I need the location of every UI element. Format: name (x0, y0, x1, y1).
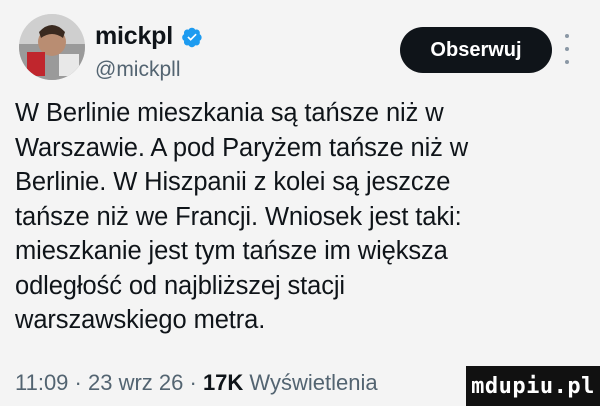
tweet-time[interactable]: 11:09 (15, 370, 68, 395)
tweet-line: warszawskiego metra. (15, 306, 266, 334)
avatar-image (19, 14, 85, 80)
tweet-meta: 11:09 · 23 wrz 26 · 17K Wyświetlenia (15, 370, 378, 396)
views-count: 17K (202, 370, 244, 395)
tweet-line: Berlinie. W Hiszpanii z kolei są jeszcze (15, 168, 451, 196)
author-display-name[interactable]: mickpl (95, 22, 173, 51)
watermark-logo: mdupiu.pl (466, 366, 600, 406)
follow-button[interactable]: Obserwuj (400, 27, 552, 73)
meta-separator: · (183, 370, 203, 395)
author-handle[interactable]: @mickpll (95, 58, 181, 82)
meta-separator: · (68, 370, 88, 395)
more-vertical-icon[interactable] (562, 34, 572, 64)
tweet-text: W Berlinie mieszkania są tańsze niż w Wa… (15, 96, 575, 338)
tweet-line: odległość od najbliższej stacji (15, 271, 345, 300)
tweet-line: tańsze niż we Francji. Wniosek jest taki… (15, 202, 462, 231)
tweet-line: Warszawie. A pod Paryżem tańsze niż w (15, 133, 469, 162)
views-label: Wyświetlenia (243, 370, 378, 395)
verified-badge-icon (182, 27, 202, 47)
avatar[interactable] (19, 14, 85, 80)
tweet-date[interactable]: 23 wrz 26 (88, 370, 183, 395)
tweet-line: W Berlinie mieszkania są tańsze niż w (15, 99, 444, 127)
tweet-line: mieszkanie jest tym tańsze im większa (15, 237, 448, 265)
